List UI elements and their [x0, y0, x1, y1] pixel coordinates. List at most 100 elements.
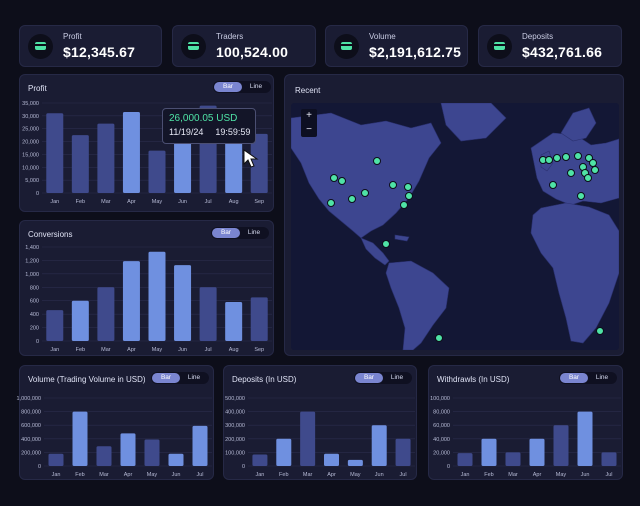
bar: [120, 433, 136, 466]
map-marker: [562, 153, 570, 161]
map-marker: [327, 199, 335, 207]
x-tick-label: May: [152, 347, 163, 353]
y-tick-label: 800: [30, 285, 39, 291]
bar: [192, 425, 208, 466]
y-tick-label: 600,000: [21, 423, 41, 429]
withdrawls-chart: 0 20,000 40,000 60,000 80,000 100,000 Jan Feb Ma…: [430, 396, 621, 478]
y-tick-label: 300,000: [225, 423, 245, 429]
x-tick-label: Jul: [605, 472, 612, 478]
y-tick-label: 200: [30, 326, 39, 332]
x-tick-label: Mar: [101, 199, 111, 205]
map-marker: [361, 189, 369, 197]
conversions-panel: Conversions Bar Line 0 200 400 600 800 1,000 1…: [19, 220, 274, 356]
bar: [168, 453, 184, 466]
y-tick-label: 30,000: [22, 114, 39, 120]
x-tick-label: Mar: [303, 472, 313, 478]
y-tick-label: 80,000: [433, 410, 450, 416]
bar: [457, 453, 473, 466]
x-tick-label: Apr: [533, 472, 542, 478]
card-icon: [487, 33, 512, 59]
x-tick-label: May: [147, 472, 158, 478]
bar: [347, 459, 363, 466]
bar: [148, 251, 166, 341]
y-tick-label: 200,000: [21, 450, 41, 456]
y-tick-label: 0: [38, 464, 41, 470]
y-tick-label: 20,000: [433, 450, 450, 456]
map-marker: [382, 240, 390, 248]
map-marker: [405, 192, 413, 200]
map-marker: [330, 174, 338, 182]
bar: [122, 112, 140, 193]
stat-label: Volume: [369, 32, 396, 41]
stat-card-volume[interactable]: Volume $2,191,612.75: [325, 25, 468, 67]
map-marker: [348, 195, 356, 203]
bar: [46, 113, 64, 193]
conversions-chart: 0 200 400 600 800 1,000 1,200 1,400 Jan Feb Mar Apr…: [25, 245, 272, 353]
x-tick-label: Feb: [76, 199, 85, 205]
zoom-out-button[interactable]: −: [301, 123, 317, 137]
stat-card-profit[interactable]: Profit $12,345.67: [19, 25, 162, 67]
bar: [395, 438, 411, 466]
map-marker: [373, 157, 381, 165]
world-map[interactable]: + −: [291, 103, 619, 350]
bar: [71, 135, 89, 193]
stat-card-deposits[interactable]: Deposits $432,761.66: [478, 25, 622, 67]
y-tick-label: 500,000: [225, 396, 245, 402]
map-marker: [589, 159, 597, 167]
x-tick-label: Apr: [127, 347, 136, 353]
bar: [174, 265, 192, 341]
map-marker: [389, 181, 397, 189]
x-tick-label: Feb: [279, 472, 288, 478]
y-tick-label: 400: [30, 312, 39, 318]
card-icon: [181, 33, 206, 59]
x-tick-label: Feb: [484, 472, 493, 478]
map-marker: [400, 201, 408, 209]
zoom-in-button[interactable]: +: [301, 109, 317, 123]
map-marker: [338, 177, 346, 185]
x-tick-label: Apr: [327, 472, 336, 478]
bar: [371, 425, 387, 466]
stat-value: $432,761.66: [522, 44, 603, 60]
y-tick-label: 600: [30, 299, 39, 305]
y-tick-label: 0: [242, 464, 245, 470]
x-tick-label: Apr: [127, 199, 136, 205]
tooltip-date: 11/19/24: [169, 127, 204, 137]
x-tick-label: Jan: [50, 199, 59, 205]
x-tick-label: Mar: [99, 472, 109, 478]
bar: [252, 454, 268, 466]
x-tick-label: Feb: [75, 472, 84, 478]
bar: [324, 453, 339, 466]
map-marker: [435, 334, 443, 342]
x-tick-label: Sep: [254, 347, 264, 353]
pointer-cursor-icon: [243, 149, 259, 168]
map-marker: [584, 174, 592, 182]
x-tick-label: Jan: [50, 347, 59, 353]
y-tick-label: 400,000: [225, 410, 245, 416]
profit-chart: 0 5,000 10,000 15,000 20,000 25,000 30,000 35,0…: [22, 101, 272, 205]
bar: [72, 411, 88, 466]
stat-card-traders[interactable]: Traders 100,524.00: [172, 25, 316, 67]
bar: [601, 452, 617, 466]
y-tick-label: 5,000: [25, 178, 39, 184]
x-tick-label: Jul: [196, 472, 203, 478]
y-tick-label: 25,000: [22, 127, 39, 133]
tooltip-time: 19:59:59: [215, 127, 251, 137]
y-tick-label: 200,000: [225, 437, 245, 443]
bar: [144, 439, 160, 466]
bar: [481, 438, 497, 466]
x-tick-label: Apr: [124, 472, 133, 478]
bar: [577, 411, 593, 466]
y-tick-label: 1,000: [25, 272, 39, 278]
map-marker: [591, 166, 599, 174]
volume-chart: 0 200,000 400,000 600,000 800,000 1,000,000 Ja…: [17, 396, 212, 478]
chart-tooltip: 26,000.05 USD 11/19/24 19:59:59: [162, 108, 256, 144]
x-tick-label: May: [350, 472, 361, 478]
y-tick-label: 0: [447, 464, 450, 470]
map-marker: [545, 156, 553, 164]
bar: [276, 438, 292, 466]
map-marker: [574, 152, 582, 160]
y-tick-label: 1,200: [25, 258, 39, 264]
y-tick-label: 0: [36, 191, 39, 197]
card-icon: [28, 33, 53, 59]
y-tick-label: 35,000: [22, 101, 39, 107]
